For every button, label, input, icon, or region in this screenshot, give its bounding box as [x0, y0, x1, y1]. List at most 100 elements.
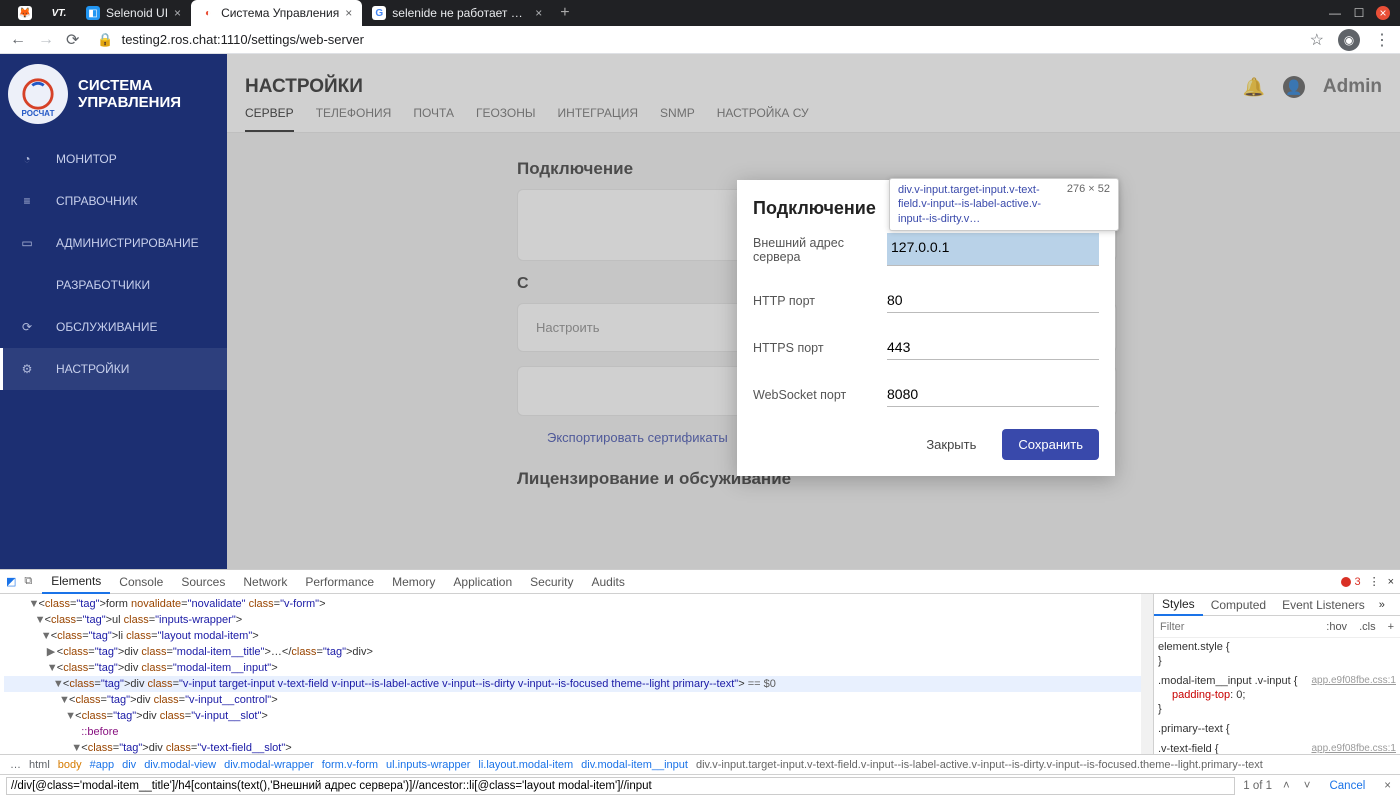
breadcrumb-item[interactable]: div.modal-item__input: [577, 759, 692, 771]
dom-breadcrumb[interactable]: …htmlbody#appdivdiv.modal-viewdiv.modal-…: [0, 754, 1400, 774]
dom-node[interactable]: ▼<class="tag">div class="modal-item__inp…: [4, 660, 1149, 676]
sidebar-item[interactable]: ▭ АДМИНИСТРИРОВАНИЕ: [0, 222, 227, 264]
new-tab-button[interactable]: +: [552, 4, 577, 22]
sidebar-item[interactable]: ◔МОНИТОР: [0, 138, 227, 180]
back-button[interactable]: ←: [10, 31, 26, 49]
devtools-menu-icon[interactable]: ⋮: [1361, 575, 1388, 588]
xpath-close-icon[interactable]: ×: [1381, 780, 1394, 792]
browser-tab-active[interactable]: ◐Система Управления×: [191, 0, 362, 26]
inspect-element-icon[interactable]: ◩: [6, 575, 16, 588]
inspect-tooltip: div.v-input.target-input.v-text-field.v-…: [889, 178, 1119, 231]
browser-tab[interactable]: 🦊: [8, 0, 42, 26]
text-input[interactable]: [887, 288, 1099, 313]
breadcrumb-item[interactable]: div.v-input.target-input.v-text-field.v-…: [692, 759, 1267, 771]
bookmark-icon[interactable]: ☆: [1310, 30, 1324, 50]
xpath-next-icon[interactable]: ˅: [1301, 780, 1314, 792]
xpath-prev-icon[interactable]: ˄: [1280, 780, 1293, 792]
breadcrumb-item[interactable]: form.v-form: [318, 759, 382, 771]
sidebar-item[interactable]: ≡ СПРАВОЧНИК: [0, 180, 227, 222]
close-icon[interactable]: ×: [345, 6, 352, 20]
text-input[interactable]: [887, 382, 1099, 407]
cls-toggle[interactable]: .cls: [1353, 621, 1382, 633]
dom-node[interactable]: ▼<class="tag">div class="v-input target-…: [4, 676, 1149, 692]
browser-tab[interactable]: VT.: [42, 0, 76, 26]
devtools-tab[interactable]: Elements: [42, 570, 110, 594]
dom-tree[interactable]: ▼<class="tag">form novalidate="novalidat…: [0, 594, 1153, 754]
sidebar-icon: ▭: [18, 234, 36, 252]
browser-tab-strip: 🦊 VT. ◧Selenoid UI× ◐Система Управления×…: [0, 0, 1400, 26]
text-input[interactable]: [887, 233, 1099, 266]
breadcrumb-item[interactable]: #app: [86, 759, 118, 771]
breadcrumb-item[interactable]: …: [6, 759, 25, 771]
styles-panel: StylesComputedEvent Listeners» :hov .cls…: [1153, 594, 1400, 754]
css-rule[interactable]: .modal-item__input .v-input {app.e9f08fb…: [1158, 674, 1396, 716]
sidebar: РОСЧАТ СИСТЕМА УПРАВЛЕНИЯ ◔МОНИТОР≡СПРАВ…: [0, 54, 227, 569]
sidebar-item-label: СПРАВОЧНИК: [56, 194, 137, 208]
styles-tab[interactable]: Styles: [1154, 594, 1203, 616]
error-count[interactable]: 3: [1341, 576, 1360, 588]
address-bar[interactable]: 🔒 testing2.ros.chat:1110/settings/web-se…: [91, 32, 1297, 48]
breadcrumb-item[interactable]: html: [25, 759, 54, 771]
minimize-icon[interactable]: —: [1328, 6, 1342, 20]
sidebar-item[interactable]: ⟳ОБСЛУЖИВАНИЕ: [0, 306, 227, 348]
devtools-tab[interactable]: Console: [110, 570, 172, 594]
breadcrumb-item[interactable]: ul.inputs-wrapper: [382, 759, 474, 771]
profile-icon[interactable]: ◉: [1338, 29, 1360, 51]
dom-node[interactable]: ▼<class="tag">div class="v-input__slot">: [4, 708, 1149, 724]
add-rule-icon[interactable]: +: [1382, 621, 1400, 633]
devtools-tab[interactable]: Audits: [583, 570, 634, 594]
device-mode-icon[interactable]: ⧉: [24, 575, 32, 588]
dom-node[interactable]: ▼<class="tag">form novalidate="novalidat…: [4, 596, 1149, 612]
browser-tab[interactable]: ◧Selenoid UI×: [76, 0, 191, 26]
close-button[interactable]: Закрыть: [916, 429, 986, 460]
styles-tab[interactable]: Computed: [1203, 594, 1274, 616]
close-icon[interactable]: ×: [535, 6, 542, 20]
styles-filter-input[interactable]: [1154, 621, 1320, 633]
styles-tab[interactable]: Event Listeners: [1274, 594, 1373, 616]
save-button[interactable]: Сохранить: [1002, 429, 1099, 460]
reload-button[interactable]: ⟳: [66, 30, 79, 50]
xpath-cancel-button[interactable]: Cancel: [1321, 780, 1373, 792]
maximize-icon[interactable]: ☐: [1352, 6, 1366, 20]
xpath-input[interactable]: [6, 777, 1235, 795]
dom-node[interactable]: ▼<class="tag">li class="layout modal-ite…: [4, 628, 1149, 644]
sidebar-item-label: МОНИТОР: [56, 152, 117, 166]
breadcrumb-item[interactable]: div: [118, 759, 140, 771]
sidebar-item[interactable]: ⚙ НАСТРОЙКИ: [0, 348, 227, 390]
breadcrumb-item[interactable]: div.modal-wrapper: [220, 759, 318, 771]
browser-tab[interactable]: Gselenide не работает фун×: [362, 0, 552, 26]
breadcrumb-item[interactable]: body: [54, 759, 86, 771]
sidebar-item[interactable]: РАЗРАБОТЧИКИ: [0, 264, 227, 306]
sidebar-item-label: НАСТРОЙКИ: [56, 362, 129, 376]
breadcrumb-item[interactable]: div.modal-view: [140, 759, 220, 771]
breadcrumb-item[interactable]: li.layout.modal-item: [474, 759, 577, 771]
hov-toggle[interactable]: :hov: [1320, 621, 1353, 633]
xpath-match-count: 1 of 1: [1243, 780, 1272, 792]
devtools-tab[interactable]: Network: [234, 570, 296, 594]
css-rule[interactable]: .primary--text {</span></div><div class=…: [1158, 722, 1396, 736]
dom-node[interactable]: ▼<class="tag">div class="v-input__contro…: [4, 692, 1149, 708]
dom-node[interactable]: ▶<class="tag">div class="modal-item__tit…: [4, 644, 1149, 660]
devtools-tab[interactable]: Application: [444, 570, 521, 594]
dom-node[interactable]: ▼<class="tag">ul class="inputs-wrapper">: [4, 612, 1149, 628]
devtools-close-icon[interactable]: ×: [1388, 576, 1394, 588]
dom-node[interactable]: ::before: [4, 724, 1149, 740]
devtools-tab[interactable]: Memory: [383, 570, 444, 594]
sidebar-icon: ≡: [18, 192, 36, 210]
css-rule[interactable]: element.style {}: [1158, 640, 1396, 668]
xpath-search-bar: 1 of 1 ˄ ˅ Cancel ×: [0, 774, 1400, 796]
more-icon[interactable]: »: [1373, 599, 1391, 611]
sidebar-icon: ⚙: [18, 360, 36, 378]
dom-node[interactable]: ▼<class="tag">div class="v-text-field__s…: [4, 740, 1149, 754]
text-input[interactable]: [887, 335, 1099, 360]
css-rule[interactable]: .v-text-field {app.e9f08fbe.css:1margin-…: [1158, 742, 1396, 754]
devtools-tab[interactable]: Security: [521, 570, 582, 594]
close-icon[interactable]: ×: [174, 6, 181, 20]
forward-button: →: [38, 31, 54, 49]
window-close-icon[interactable]: ×: [1376, 6, 1390, 20]
menu-icon[interactable]: ⋮: [1374, 30, 1390, 50]
sidebar-item-label: АДМИНИСТРИРОВАНИЕ: [56, 236, 199, 250]
devtools-tab[interactable]: Sources: [172, 570, 234, 594]
sidebar-item-label: ОБСЛУЖИВАНИЕ: [56, 320, 157, 334]
devtools-tab[interactable]: Performance: [296, 570, 383, 594]
